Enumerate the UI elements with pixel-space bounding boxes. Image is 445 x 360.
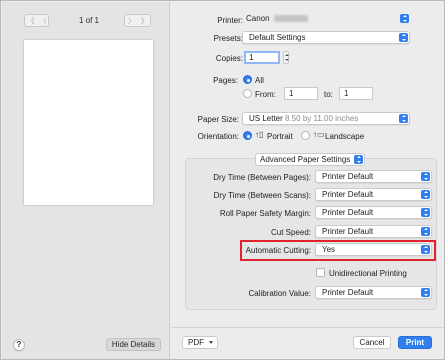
section-select[interactable]: Advanced Paper Settings: [255, 153, 365, 166]
section-label: Advanced Paper Settings: [260, 155, 351, 164]
copies-input[interactable]: 1: [244, 51, 280, 64]
hide-details-button[interactable]: Hide Details: [106, 338, 161, 351]
setting-label: Dry Time (Between Scans):: [213, 191, 311, 200]
pages-to-input[interactable]: 1: [339, 87, 373, 100]
preview-nav-back-group: 《 〈: [24, 14, 49, 27]
portrait-radio[interactable]: [243, 131, 252, 140]
stepper-icon: [421, 172, 430, 181]
presets-value: Default Settings: [249, 33, 306, 42]
paper-size-label: Paper Size:: [197, 115, 239, 124]
chevron-down-icon: [209, 341, 213, 344]
unidirectional-checkbox[interactable]: [316, 268, 325, 277]
setting-value: Printer Default: [322, 172, 374, 181]
copies-label: Copies:: [215, 54, 243, 63]
orientation-label: Orientation:: [197, 132, 239, 141]
first-page-button[interactable]: 《: [25, 16, 36, 26]
stepper-icon: [421, 245, 430, 254]
paper-size-select[interactable]: US Letter 8.50 by 11.00 inches: [242, 112, 410, 125]
automatic-cutting-select[interactable]: Yes: [315, 243, 432, 256]
page-count: 1 of 1: [78, 16, 99, 25]
setting-value: Printer Default: [322, 208, 374, 217]
stepper-icon: [399, 33, 408, 42]
portrait-orientation-icon: ↑▯: [255, 130, 264, 139]
portrait-label: Portrait: [267, 132, 293, 141]
stepper-icon: [421, 288, 430, 297]
presets-select[interactable]: Default Settings: [242, 31, 410, 44]
presets-label: Presets:: [213, 34, 243, 43]
pages-label: Pages:: [213, 76, 238, 85]
setting-value: Printer Default: [322, 227, 374, 236]
pages-all-radio[interactable]: [243, 75, 252, 84]
landscape-label: Landscape: [325, 132, 365, 141]
last-page-button[interactable]: 》: [138, 16, 150, 26]
calibration-value: Printer Default: [322, 288, 374, 297]
pdf-label: PDF: [188, 338, 204, 347]
paper-size-dimensions: 8.50 by 11.00 inches: [285, 114, 359, 123]
setting-label: Roll Paper Safety Margin:: [219, 209, 311, 218]
cut-speed-select[interactable]: Printer Default: [315, 225, 432, 238]
stepper-icon: [399, 114, 408, 123]
landscape-radio[interactable]: [301, 131, 310, 140]
stepper-icon: [354, 155, 363, 164]
setting-value: Yes: [322, 245, 336, 254]
stepper-icon: [421, 190, 430, 199]
next-page-button[interactable]: 〉: [125, 16, 137, 26]
setting-label: Cut Speed:: [270, 228, 311, 237]
landscape-orientation-icon: ↑▭: [313, 130, 325, 139]
help-button[interactable]: ?: [13, 339, 25, 351]
pages-range-radio[interactable]: [243, 89, 252, 98]
pages-to-label: to:: [324, 90, 333, 99]
printer-value: Canon: [246, 14, 270, 23]
previous-page-button[interactable]: 〈: [37, 16, 48, 26]
pages-from-label: From:: [255, 90, 276, 99]
calibration-select[interactable]: Printer Default: [315, 286, 432, 299]
pages-all-label: All: [255, 76, 264, 85]
stepper-icon: [421, 208, 430, 217]
calibration-label: Calibration Value:: [248, 289, 311, 298]
dry-time-pages-select[interactable]: Printer Default: [315, 170, 432, 183]
cancel-button[interactable]: Cancel: [353, 336, 391, 349]
copies-stepper[interactable]: [283, 51, 289, 64]
preview-nav-forward-group: 〉 》: [124, 14, 151, 27]
preview-pane: 《 〈 1 of 1 〉 》 ? Hide Details: [2, 2, 170, 359]
dry-time-scans-select[interactable]: Printer Default: [315, 188, 432, 201]
printer-label: Printer:: [217, 16, 243, 25]
pages-from-input[interactable]: 1: [284, 87, 318, 100]
page-preview: [24, 40, 153, 205]
pdf-menu-button[interactable]: PDF: [182, 336, 218, 349]
paper-size-value: US Letter: [249, 114, 283, 123]
setting-value: Printer Default: [322, 190, 374, 199]
printer-select[interactable]: Canon: [246, 13, 410, 26]
printer-model-redacted: [273, 15, 308, 23]
setting-label: Automatic Cutting:: [245, 246, 311, 255]
roll-paper-margin-select[interactable]: Printer Default: [315, 206, 432, 219]
setting-label: Dry Time (Between Pages):: [213, 173, 311, 182]
print-button[interactable]: Print: [398, 336, 432, 349]
stepper-icon: [400, 14, 409, 23]
stepper-icon: [421, 227, 430, 236]
print-dialog: 《 〈 1 of 1 〉 》 ? Hide Details Printer: C…: [0, 0, 445, 360]
unidirectional-label: Unidirectional Printing: [329, 269, 407, 278]
